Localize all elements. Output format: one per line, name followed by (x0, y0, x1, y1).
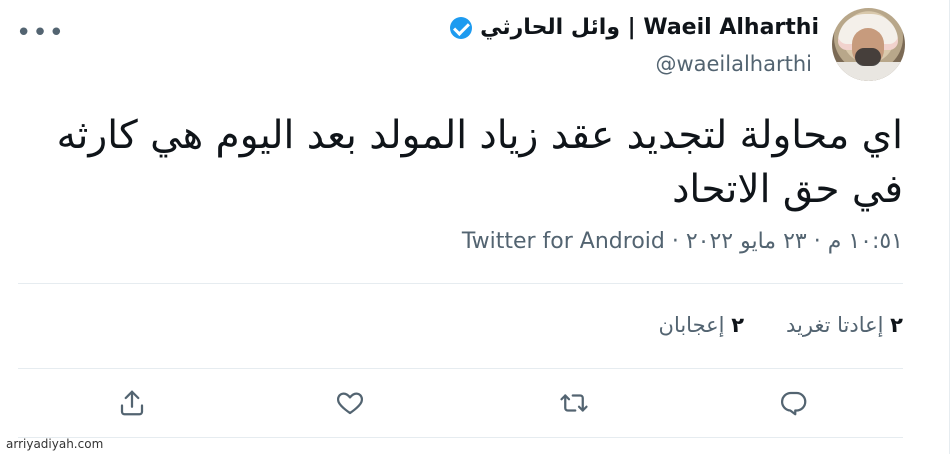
share-icon[interactable] (112, 383, 152, 423)
divider (18, 437, 903, 438)
verified-badge-icon (450, 16, 473, 39)
likes-stat[interactable]: ٢ إعجابان (659, 313, 745, 337)
reply-icon[interactable] (774, 383, 814, 423)
display-name-text: وائل الحارثي | Waeil Alharthi (480, 15, 819, 40)
username[interactable]: @waeilalharthi (655, 52, 812, 76)
tweet-actions (84, 383, 844, 423)
avatar[interactable] (832, 8, 905, 81)
tweet-card: ••• وائل الحارثي | Waeil Alharthi @waeil… (0, 0, 950, 454)
tweet-stats: ٢ إعادتا تغريد ٢ إعجابان (659, 313, 903, 337)
likes-count: ٢ (731, 313, 745, 337)
retweets-label: إعادتا تغريد (786, 313, 884, 337)
tweet-timestamp[interactable]: ١٠:٥١ م · ٢٣ مايو ٢٠٢٢ · Twitter for And… (462, 229, 903, 254)
more-options-icon[interactable]: ••• (16, 18, 65, 48)
display-name[interactable]: وائل الحارثي | Waeil Alharthi (450, 15, 819, 40)
watermark: arriyadiyah.com (6, 437, 104, 451)
retweets-stat[interactable]: ٢ إعادتا تغريد (786, 313, 903, 337)
like-icon[interactable] (330, 383, 370, 423)
retweets-count: ٢ (890, 313, 903, 337)
divider (18, 283, 903, 284)
avatar-beard (855, 48, 881, 66)
divider (18, 368, 903, 369)
likes-label: إعجابان (658, 313, 725, 337)
retweet-icon[interactable] (554, 383, 594, 423)
tweet-text: اي محاولة لتجديد عقد زياد المولد بعد الي… (56, 113, 903, 212)
